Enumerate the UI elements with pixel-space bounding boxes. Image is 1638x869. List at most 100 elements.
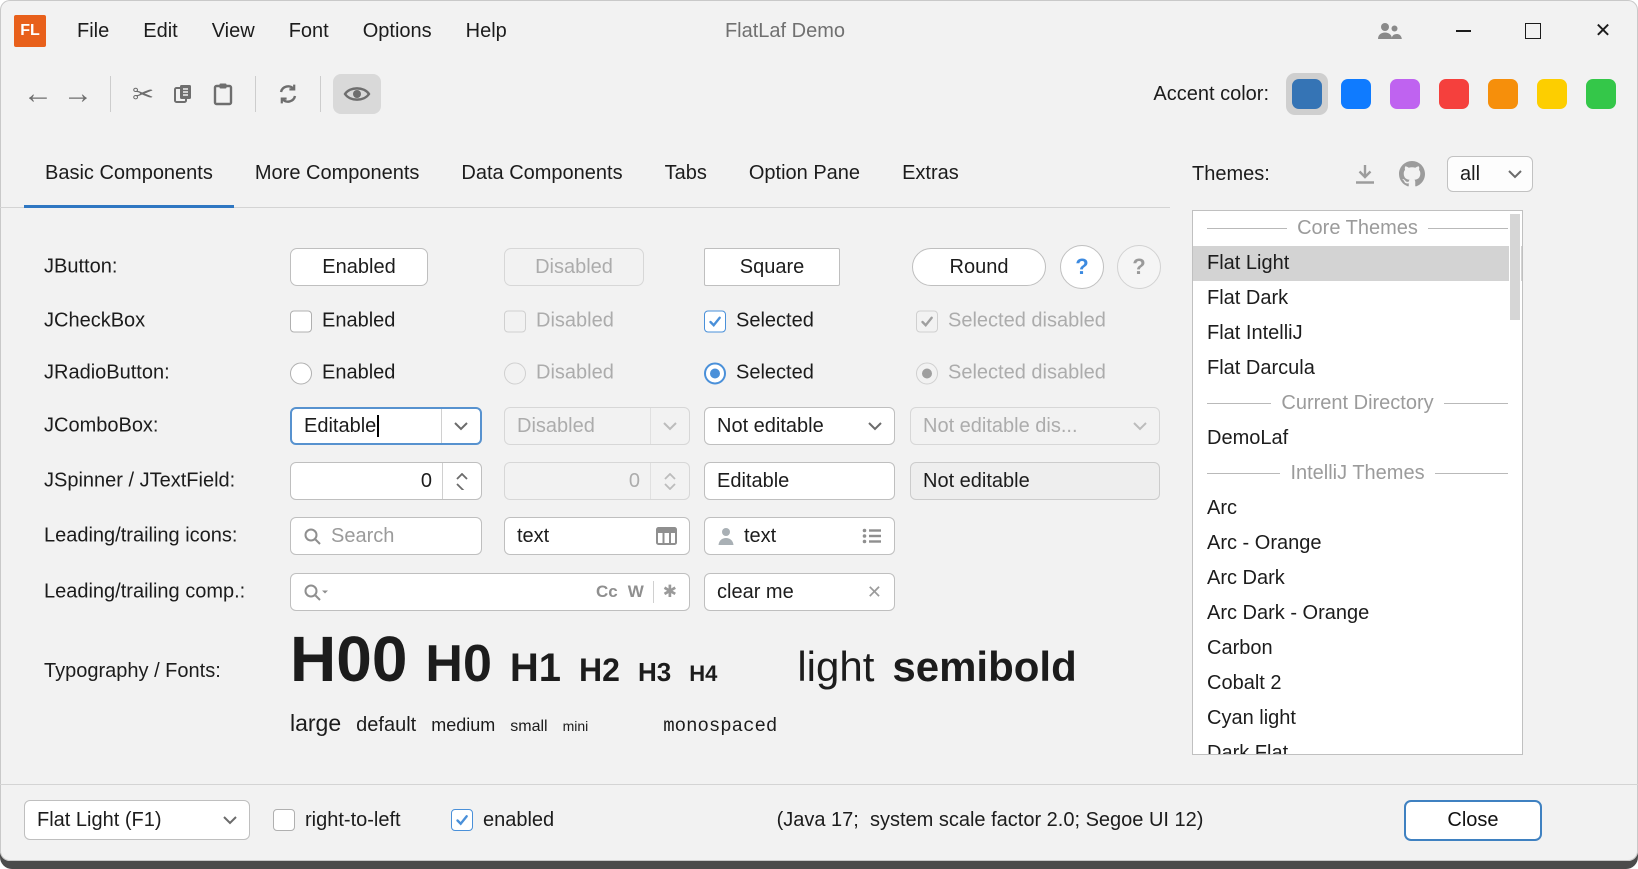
round-button[interactable]: Round — [912, 248, 1046, 286]
theme-item-arc-dark[interactable]: Arc Dark — [1193, 561, 1522, 596]
accent-color-area: Accent color: — [1153, 73, 1622, 115]
forward-button[interactable]: → — [58, 74, 98, 114]
paste-button[interactable] — [203, 74, 243, 114]
right-to-left-checkbox[interactable]: right-to-left — [273, 800, 401, 840]
themes-filter-combobox[interactable]: all — [1447, 156, 1533, 192]
small-sample: small — [510, 718, 547, 736]
light-weight-sample: light — [797, 643, 874, 691]
accent-swatch-6[interactable] — [1531, 73, 1573, 115]
checkbox-enabled[interactable]: Enabled — [290, 310, 395, 333]
enabled-button[interactable]: Enabled — [290, 248, 428, 286]
square-button[interactable]: Square — [704, 248, 840, 286]
match-case-button[interactable]: Cc — [596, 582, 618, 602]
not-editable-combobox[interactable]: Not editable — [704, 407, 895, 445]
back-button[interactable]: ← — [18, 74, 58, 114]
checkbox-selected[interactable]: Selected — [704, 310, 814, 333]
accent-swatch-2[interactable] — [1335, 73, 1377, 115]
tab-option-pane[interactable]: Option Pane — [728, 140, 881, 207]
default-sample: default — [356, 714, 416, 737]
accent-swatch-3[interactable] — [1384, 73, 1426, 115]
menu-font[interactable]: Font — [272, 0, 346, 62]
theme-item-carbon[interactable]: Carbon — [1193, 631, 1522, 666]
tab-data-components[interactable]: Data Components — [440, 140, 643, 207]
regex-button[interactable]: ✱ — [663, 582, 677, 602]
tab-tabs[interactable]: Tabs — [644, 140, 728, 207]
radio-selected-disabled-label: Selected disabled — [948, 362, 1106, 385]
menu-file[interactable]: File — [60, 0, 126, 62]
editable-textfield[interactable]: Editable — [704, 462, 895, 500]
search-input-with-options[interactable]: Cc W ✱ — [290, 573, 690, 611]
download-themes-button[interactable] — [1353, 163, 1377, 185]
tab-more-components[interactable]: More Components — [234, 140, 441, 207]
theme-item-arc-dark-orange[interactable]: Arc Dark - Orange — [1193, 596, 1522, 631]
close-icon: ✕ — [1595, 21, 1612, 41]
radio-selected[interactable]: Selected — [704, 362, 814, 385]
maximize-button[interactable] — [1498, 0, 1568, 62]
table-icon[interactable] — [656, 527, 677, 545]
refresh-button[interactable] — [268, 74, 308, 114]
editable-combobox[interactable]: Editable — [290, 407, 482, 445]
menu-help[interactable]: Help — [449, 0, 524, 62]
checkbox-selected-disabled: Selected disabled — [916, 310, 1106, 333]
textfield-with-user-icon[interactable]: text — [704, 517, 895, 555]
theme-item-demolaf[interactable]: DemoLaf — [1193, 421, 1522, 456]
accent-swatch-1[interactable] — [1286, 73, 1328, 115]
theme-item-dark-flat[interactable]: Dark Flat — [1193, 736, 1522, 755]
theme-item-arc-orange[interactable]: Arc - Orange — [1193, 526, 1522, 561]
accent-swatch-color — [1292, 79, 1322, 109]
menu-view[interactable]: View — [195, 0, 272, 62]
theme-item-arc[interactable]: Arc — [1193, 491, 1522, 526]
chevron-down-icon[interactable] — [456, 483, 468, 490]
look-and-feel-combobox[interactable]: Flat Light (F1) — [24, 800, 250, 840]
list-icon[interactable] — [862, 528, 882, 544]
theme-item-flat-intellij[interactable]: Flat IntelliJ — [1193, 316, 1522, 351]
whole-word-button[interactable]: W — [628, 582, 644, 602]
menu-options[interactable]: Options — [346, 0, 449, 62]
enabled-checkbox[interactable]: enabled — [451, 800, 554, 840]
users-icon[interactable] — [1376, 20, 1402, 42]
chevron-down-icon[interactable] — [441, 409, 480, 443]
tab-extras[interactable]: Extras — [881, 140, 980, 207]
themes-scrollbar[interactable] — [1509, 212, 1521, 755]
spinner-arrows[interactable] — [442, 463, 481, 499]
textfield-with-table-icon[interactable]: text — [504, 517, 690, 555]
jcheckbox-label: JCheckBox — [44, 310, 145, 333]
accent-swatch-7[interactable] — [1580, 73, 1622, 115]
cut-button[interactable]: ✂ — [123, 74, 163, 114]
chevron-down-icon — [664, 483, 676, 490]
close-window-button[interactable]: ✕ — [1568, 0, 1638, 62]
theme-item-flat-darcula[interactable]: Flat Darcula — [1193, 351, 1522, 386]
minimize-button[interactable] — [1428, 0, 1498, 62]
show-hidden-toggle-button[interactable] — [333, 74, 381, 114]
app-window: FL FileEditViewFontOptionsHelp FlatLaf D… — [0, 0, 1638, 861]
tab-basic-components[interactable]: Basic Components — [24, 140, 234, 207]
accent-swatch-color — [1488, 79, 1518, 109]
close-button[interactable]: Close — [1404, 800, 1542, 841]
chevron-down-icon — [1508, 170, 1532, 179]
clear-icon[interactable]: ✕ — [867, 582, 882, 603]
theme-item-cyan-light[interactable]: Cyan light — [1193, 701, 1522, 736]
search-with-menu-icon[interactable] — [303, 583, 329, 602]
help-button[interactable]: ? — [1060, 245, 1104, 289]
spinner[interactable]: 0 — [290, 462, 482, 500]
disabled-button: Disabled — [504, 248, 644, 286]
chevron-down-icon — [650, 408, 689, 444]
theme-item-cobalt-2[interactable]: Cobalt 2 — [1193, 666, 1522, 701]
h1-sample: H1 — [510, 646, 561, 691]
menu-edit[interactable]: Edit — [126, 0, 194, 62]
search-input[interactable]: Search — [290, 517, 482, 555]
theme-item-flat-light[interactable]: Flat Light — [1193, 246, 1522, 281]
radio-enabled[interactable]: Enabled — [290, 362, 395, 385]
spinner-value[interactable]: 0 — [291, 470, 442, 493]
disabled-spinner: 0 — [504, 462, 690, 500]
accent-swatch-4[interactable] — [1433, 73, 1475, 115]
copy-button[interactable] — [163, 74, 203, 114]
chevron-up-icon[interactable] — [456, 473, 468, 480]
theme-item-flat-dark[interactable]: Flat Dark — [1193, 281, 1522, 316]
jcombobox-row: JComboBox: Editable Disabled Not editabl… — [0, 407, 1180, 445]
github-link-button[interactable] — [1399, 161, 1425, 187]
scrollbar-thumb[interactable] — [1510, 214, 1520, 320]
accent-swatch-5[interactable] — [1482, 73, 1524, 115]
clearable-textfield[interactable]: clear me ✕ — [704, 573, 895, 611]
help-button-disabled: ? — [1117, 245, 1161, 289]
